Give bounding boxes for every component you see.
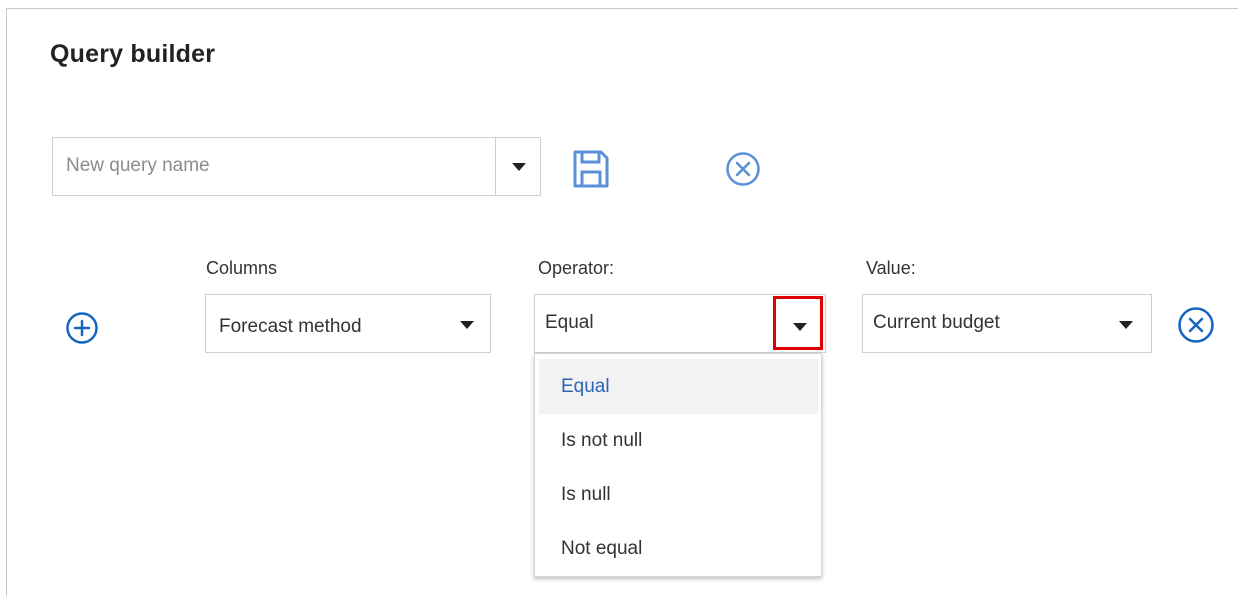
value-label: Value: [866,258,916,278]
operator-option-not-equal[interactable]: Not equal [539,521,818,576]
columns-label: Columns [206,258,278,278]
clear-query-icon[interactable] [725,151,761,187]
query-name-input[interactable]: New query name [66,138,210,194]
columns-selected-value: Forecast method [219,316,362,337]
combobox-divider [495,138,496,195]
value-selected-value: Current budget [873,312,1000,333]
add-circle-icon[interactable] [65,311,99,345]
operator-label: Operator: [538,258,615,278]
remove-condition-icon[interactable] [1177,306,1215,344]
caret-down-icon[interactable] [460,321,474,329]
caret-down-icon[interactable] [1119,321,1133,329]
operator-option-is-not-null[interactable]: Is not null [539,413,818,468]
query-name-combobox[interactable]: New query name [52,137,541,196]
columns-select[interactable]: Forecast method [205,294,491,353]
operator-option-equal[interactable]: Equal [539,359,818,414]
operator-selected-value: Equal [545,312,594,333]
operator-option-is-null[interactable]: Is null [539,467,818,522]
caret-down-icon[interactable] [512,163,526,171]
value-select[interactable]: Current budget [862,294,1152,353]
operator-dropdown-list: Equal Is not null Is null Not equal [534,353,822,577]
page-title: Query builder [50,40,216,68]
operator-dropdown-toggle-highlight[interactable] [773,296,823,350]
save-icon[interactable] [572,150,610,188]
